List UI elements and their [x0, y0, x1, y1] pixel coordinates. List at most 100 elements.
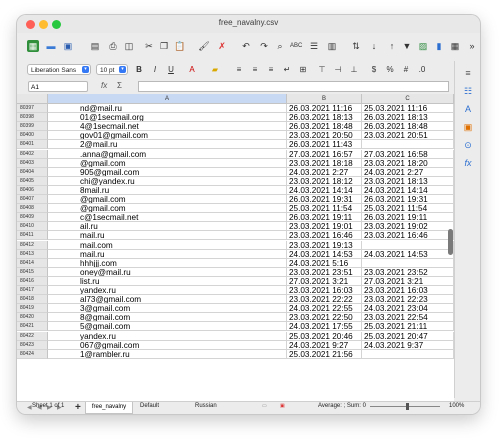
cell-date-c[interactable]: 25.03.2021 11:54 — [362, 204, 454, 214]
export-pdf-icon[interactable]: ▤ — [89, 40, 101, 52]
save-icon[interactable]: ▣ — [62, 40, 74, 52]
cell-email[interactable]: list.ru — [48, 276, 287, 286]
column-header-b[interactable]: B — [287, 94, 362, 104]
bold-icon[interactable]: B — [134, 65, 144, 75]
cell-date-c[interactable]: 23.03.2021 16:46 — [362, 231, 454, 241]
percent-format-icon[interactable]: % — [385, 65, 395, 75]
cell-date-c[interactable]: 25.03.2021 21:11 — [362, 322, 454, 332]
clear-formatting-icon[interactable]: ✗ — [216, 40, 228, 52]
font-name-select[interactable]: Liberation Sans ▾ — [27, 64, 91, 75]
align-middle-icon[interactable]: ⊣ — [333, 65, 343, 75]
cell-email[interactable]: 4@1secmail.net — [48, 122, 287, 132]
cell-date-c[interactable]: 23.03.2021 16:03 — [362, 286, 454, 296]
new-document-icon[interactable]: ▦ — [27, 40, 39, 52]
row-header[interactable]: 80402 — [17, 149, 48, 159]
cell-date-c[interactable]: 23.03.2021 23:52 — [362, 267, 454, 277]
cell-date-c[interactable]: 23.03.2021 18:20 — [362, 158, 454, 168]
gallery-icon[interactable]: ▣ — [462, 121, 474, 133]
cell-email[interactable]: nd@mail.ru — [48, 104, 287, 114]
cell-date-b[interactable]: 25.03.2021 11:54 — [287, 204, 362, 214]
cell-date-c[interactable]: 27.03.2021 16:58 — [362, 149, 454, 159]
row-header[interactable]: 80409 — [17, 213, 48, 223]
cell-date-c[interactable]: 24.03.2021 23:04 — [362, 304, 454, 314]
spelling-icon[interactable]: ABC — [290, 40, 302, 52]
pivot-table-icon[interactable]: ▦ — [449, 40, 461, 52]
cell-date-b[interactable]: 23.03.2021 23:51 — [287, 267, 362, 277]
row-header[interactable]: 80420 — [17, 313, 48, 323]
find-replace-icon[interactable]: ⌕ — [274, 40, 286, 52]
cell-date-c[interactable]: 25.03.2021 11:16 — [362, 104, 454, 114]
merge-cells-icon[interactable]: ⊞ — [298, 65, 308, 75]
sum-icon[interactable]: Σ — [117, 81, 122, 90]
undo-icon[interactable]: ↶ — [240, 40, 252, 52]
cell-date-b[interactable]: 24.03.2021 22:55 — [287, 304, 362, 314]
cell-date-b[interactable]: 26.03.2021 11:16 — [287, 104, 362, 114]
row-header[interactable]: 80398 — [17, 113, 48, 123]
function-wizard-icon[interactable]: fx — [101, 81, 107, 90]
formula-input[interactable] — [138, 81, 449, 92]
cell-email[interactable]: al73@gmail.com — [48, 295, 287, 305]
cell-date-c[interactable]: 26.03.2021 18:48 — [362, 122, 454, 132]
currency-format-icon[interactable]: $ — [369, 65, 379, 75]
align-center-icon[interactable]: ≡ — [250, 65, 260, 75]
paste-icon[interactable]: 📋 — [174, 40, 186, 52]
cell-date-c[interactable]: 24.03.2021 9:37 — [362, 340, 454, 350]
cell-date-c[interactable]: 24.03.2021 2:27 — [362, 167, 454, 177]
row-header[interactable]: 80411 — [17, 231, 48, 241]
row-header[interactable]: 80399 — [17, 122, 48, 132]
cell-email[interactable]: ail.ru — [48, 222, 287, 232]
cell-date-c[interactable]: 25.03.2021 20:47 — [362, 331, 454, 341]
cell-date-b[interactable]: 26.03.2021 18:48 — [287, 122, 362, 132]
align-bottom-icon[interactable]: ⊥ — [349, 65, 359, 75]
cell-date-b[interactable]: 23.03.2021 22:22 — [287, 295, 362, 305]
cell-date-b[interactable]: 23.03.2021 19:01 — [287, 222, 362, 232]
copy-icon[interactable]: ❐ — [158, 40, 170, 52]
row-header[interactable]: 80403 — [17, 158, 48, 168]
cell-date-c[interactable]: 24.03.2021 14:53 — [362, 249, 454, 259]
sort-descending-icon[interactable]: ↑ — [386, 40, 398, 52]
cell-date-b[interactable]: 24.03.2021 5:16 — [287, 258, 362, 268]
cell-date-b[interactable]: 23.03.2021 18:12 — [287, 176, 362, 186]
row-header[interactable]: 80417 — [17, 286, 48, 296]
cell-date-b[interactable]: 26.03.2021 11:43 — [287, 140, 362, 150]
underline-icon[interactable]: U — [166, 65, 176, 75]
row-header[interactable]: 80423 — [17, 340, 48, 350]
row-header[interactable]: 80418 — [17, 295, 48, 305]
column-header-c[interactable]: C — [362, 94, 454, 104]
toolbar-overflow-icon[interactable]: » — [466, 40, 478, 52]
cell-email[interactable]: mail.ru — [48, 249, 287, 259]
cell-date-b[interactable]: 24.03.2021 2:27 — [287, 167, 362, 177]
cell-email[interactable]: yandex.ru — [48, 331, 287, 341]
cell-date-b[interactable]: 26.03.2021 19:11 — [287, 213, 362, 223]
row-header[interactable]: 80410 — [17, 222, 48, 232]
insert-image-icon[interactable]: ▨ — [417, 40, 429, 52]
row-header[interactable]: 80415 — [17, 267, 48, 277]
cell-date-c[interactable]: 27.03.2021 3:21 — [362, 276, 454, 286]
row-header[interactable]: 80413 — [17, 249, 48, 259]
row-header[interactable]: 80407 — [17, 195, 48, 205]
cell-email[interactable]: 8mail.ru — [48, 185, 287, 195]
menu-icon[interactable]: ≡ — [462, 67, 474, 79]
spreadsheet-grid[interactable]: A B C 80397 nd@mail.ru 26.03.2021 11:16 25.… — [17, 94, 454, 401]
vertical-scrollbar[interactable] — [448, 229, 453, 255]
cell-date-b[interactable]: 27.03.2021 3:21 — [287, 276, 362, 286]
cell-date-c[interactable]: 23.03.2021 22:54 — [362, 313, 454, 323]
zoom-slider-handle[interactable] — [406, 403, 409, 410]
row-header[interactable]: 80412 — [17, 240, 48, 250]
row-header[interactable]: 80414 — [17, 258, 48, 268]
cell-date-b[interactable]: 24.03.2021 14:14 — [287, 185, 362, 195]
cell-date-b[interactable]: 24.03.2021 17:55 — [287, 322, 362, 332]
number-format-icon[interactable]: # — [401, 65, 411, 75]
row-header[interactable]: 80419 — [17, 304, 48, 314]
row-header[interactable]: 80405 — [17, 176, 48, 186]
cell-date-c[interactable]: 23.03.2021 18:13 — [362, 176, 454, 186]
cell-date-b[interactable]: 23.03.2021 22:50 — [287, 313, 362, 323]
column-header-a[interactable]: A — [48, 94, 287, 104]
column-icon[interactable]: ▥ — [326, 40, 338, 52]
print-preview-icon[interactable]: ◫ — [123, 40, 135, 52]
clone-formatting-icon[interactable]: 🖌 — [198, 40, 210, 52]
print-icon[interactable]: ⎙ — [107, 40, 119, 52]
cell-date-c[interactable]: 24.03.2021 14:14 — [362, 185, 454, 195]
row-header[interactable]: 80401 — [17, 140, 48, 150]
cell-date-b[interactable]: 23.03.2021 18:18 — [287, 158, 362, 168]
